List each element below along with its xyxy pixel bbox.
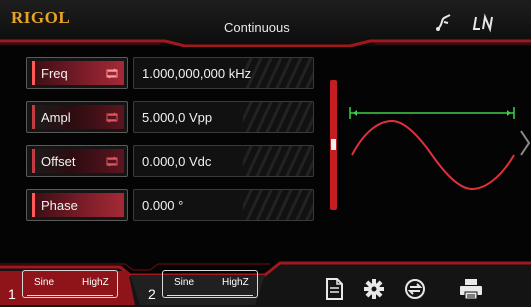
sine-wave [351, 119, 515, 191]
channel-1-number: 1 [8, 286, 16, 302]
offset-value: 0.000,0 Vdc [142, 154, 212, 169]
usb-icon [436, 14, 451, 31]
offset-label: Offset [41, 154, 76, 169]
freq-value-field[interactable]: 1.000,000,000 kHz [133, 57, 314, 89]
period-marker [349, 107, 515, 119]
channel-2-waveform: Sine [174, 277, 195, 288]
rigol-logo: RIGOL [11, 8, 71, 27]
status-icons [436, 13, 493, 33]
phase-label: Phase [41, 198, 78, 213]
offset-value-field[interactable]: 0.000,0 Vdc [133, 145, 314, 177]
printer-icon[interactable] [458, 277, 484, 301]
document-icon[interactable] [323, 277, 345, 301]
ampl-value-field[interactable]: 5.000,0 Vpp [133, 101, 314, 133]
offset-button[interactable]: Offset [26, 145, 128, 177]
phase-button[interactable]: Phase [26, 189, 128, 221]
scrollbar-thumb[interactable] [331, 139, 336, 150]
channel-1-waveform: Sine [34, 277, 55, 288]
switch-arrows-icon [106, 156, 118, 167]
channel-1-tab[interactable]: 1 Sine HighZ [0, 264, 135, 307]
freq-button[interactable]: Freq [26, 57, 128, 89]
waveform-preview [349, 107, 531, 191]
header-divider [0, 39, 531, 47]
channel-2-load: HighZ [222, 277, 249, 288]
ampl-row: Ampl 5.000,0 Vpp [26, 101, 314, 133]
channel-2-tab[interactable]: 2 Sine HighZ [140, 264, 270, 307]
ampl-value: 5.000,0 Vpp [142, 110, 213, 125]
switch-arrows-icon [106, 112, 118, 123]
status-bar: RIGOL Continuous [0, 0, 531, 47]
channel-sync-icon[interactable] [403, 277, 427, 301]
offset-row: Offset 0.000,0 Vdc [26, 145, 314, 177]
ampl-button[interactable]: Ampl [26, 101, 128, 133]
generator-screen: RIGOL Continuous Freq 1.000,000,000 kHz … [0, 0, 531, 307]
freq-value: 1.000,000,000 kHz [142, 66, 252, 81]
switch-arrows-icon [106, 68, 118, 79]
lan-icon [472, 13, 493, 33]
phase-row: Phase 0.000 ° [26, 189, 314, 221]
channel-2-number: 2 [148, 286, 156, 302]
channel-1-load: HighZ [82, 277, 109, 288]
chevron-right-icon[interactable] [520, 130, 531, 156]
freq-label: Freq [41, 66, 68, 81]
settings-gear-icon[interactable] [363, 277, 385, 301]
freq-row: Freq 1.000,000,000 kHz [26, 57, 314, 89]
mode-label: Continuous [224, 20, 290, 35]
phase-value-field[interactable]: 0.000 ° [133, 189, 314, 221]
ampl-label: Ampl [41, 110, 71, 125]
phase-value: 0.000 ° [142, 198, 184, 213]
